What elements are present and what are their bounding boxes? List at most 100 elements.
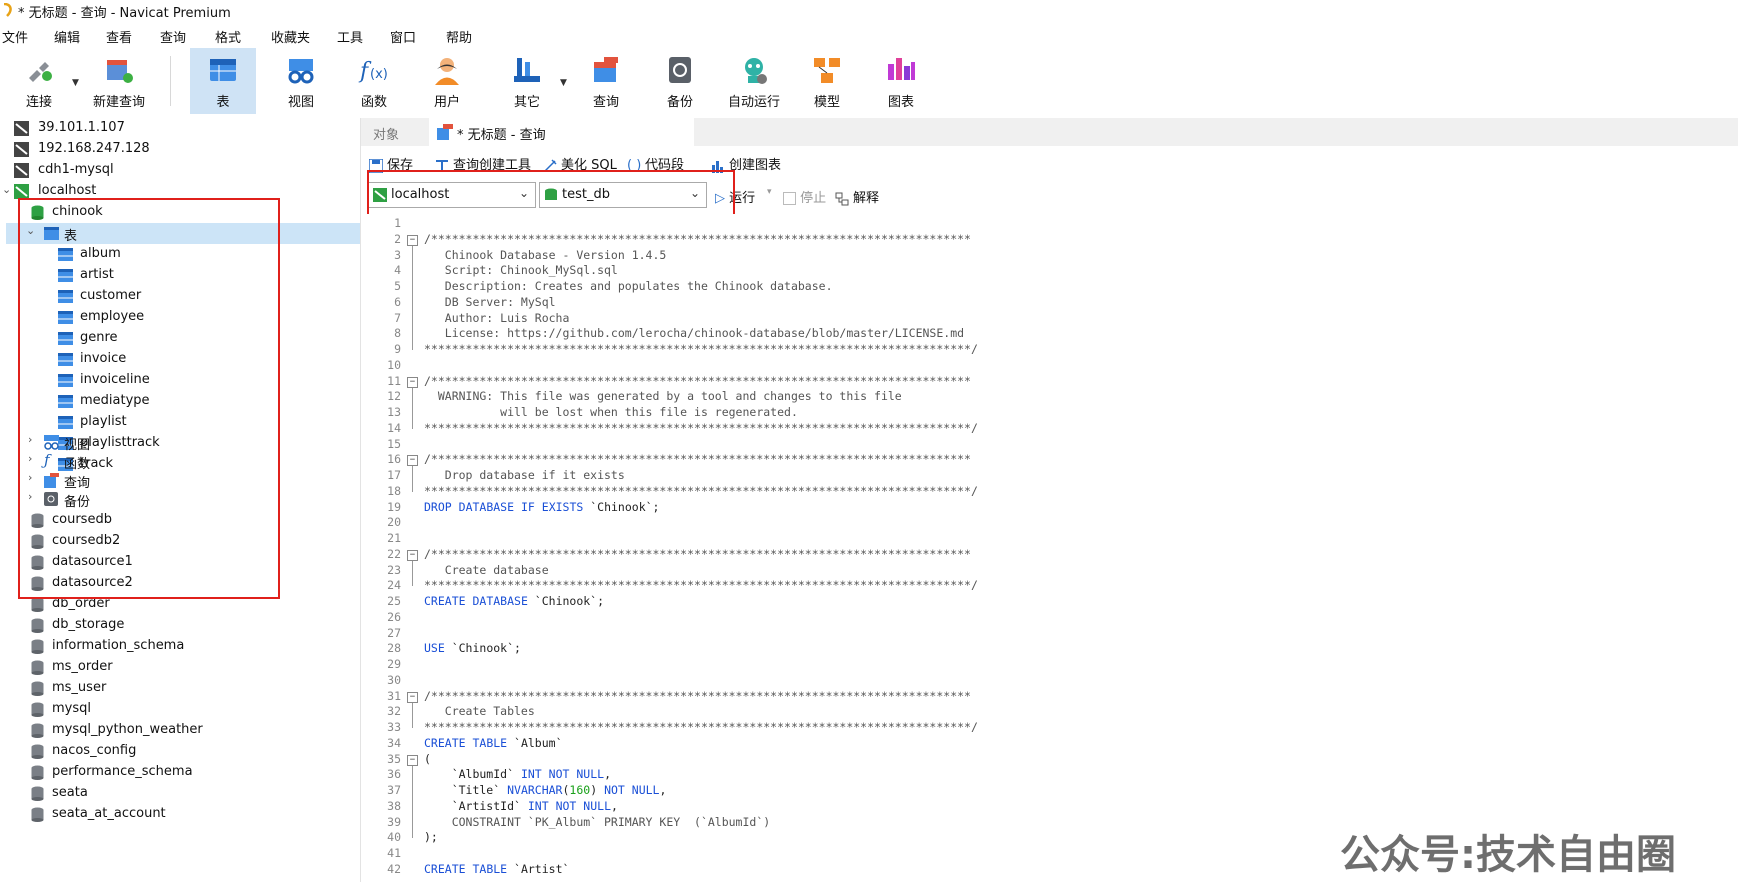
menu-window[interactable]: 窗口 xyxy=(390,27,416,46)
database-icon xyxy=(31,639,44,654)
code-line: Create Tables xyxy=(424,704,535,719)
line-number: 31 xyxy=(387,688,401,703)
line-number: 14 xyxy=(387,420,401,435)
connect-dropdown-caret[interactable]: ▼ xyxy=(72,78,79,88)
connect-button[interactable]: 连接 xyxy=(6,48,72,114)
function-button[interactable]: f (x) 函数 xyxy=(341,48,407,114)
menu-help[interactable]: 帮助 xyxy=(446,27,472,46)
watermark-text: 公众号:技术自由圈 xyxy=(1340,832,1676,878)
line-number: 19 xyxy=(387,499,401,514)
code-line: /***************************************… xyxy=(424,231,971,246)
main-toolbar: 连接 ▼ 新建查询 表 视图 f (x) 函数 用户 其它 ▼ 查询 备份 自动… xyxy=(0,48,1738,116)
line-number: 35 xyxy=(387,751,401,766)
connect-icon xyxy=(29,62,52,82)
backup-button[interactable]: 备份 xyxy=(647,48,713,114)
title-bar: * 无标题 - 查询 - Navicat Premium xyxy=(0,0,1738,22)
table-button[interactable]: 表 xyxy=(190,48,256,114)
fold-toggle-icon[interactable]: − xyxy=(407,455,418,467)
auto-run-button[interactable]: 自动运行 xyxy=(721,48,787,114)
tab-objects[interactable]: 对象 xyxy=(373,124,399,143)
fold-toggle-icon[interactable]: − xyxy=(407,754,418,766)
query-icon xyxy=(594,57,618,82)
fold-toggle-icon[interactable]: − xyxy=(407,376,418,388)
database-icon xyxy=(31,807,44,822)
mysql-connection-active-icon xyxy=(14,184,29,199)
line-number: 11 xyxy=(387,373,401,388)
menu-view[interactable]: 查看 xyxy=(106,27,132,46)
user-button[interactable]: 用户 xyxy=(414,48,480,114)
toolbar-divider xyxy=(170,56,171,106)
code-line: ****************************************… xyxy=(424,720,978,734)
navicat-logo-icon xyxy=(3,3,12,17)
line-number: 36 xyxy=(387,767,401,782)
menu-favorites[interactable]: 收藏夹 xyxy=(271,27,310,46)
new-query-icon xyxy=(107,60,133,83)
line-number: 25 xyxy=(387,594,401,608)
line-number: 30 xyxy=(387,672,401,687)
view-button[interactable]: 视图 xyxy=(268,48,334,114)
mysql-connection-icon xyxy=(14,142,29,157)
menu-format[interactable]: 格式 xyxy=(215,27,241,46)
database-icon xyxy=(31,744,44,759)
menu-tools[interactable]: 工具 xyxy=(337,27,363,46)
code-line: CONSTRAINT `PK_Album` PRIMARY KEY (`Albu… xyxy=(424,814,771,829)
stop-button[interactable]: 停止 xyxy=(783,187,826,206)
new-query-button[interactable]: 新建查询 xyxy=(86,48,152,114)
line-number: 34 xyxy=(387,735,401,750)
database-icon xyxy=(31,660,44,675)
database-icon xyxy=(31,702,44,717)
line-number: 5 xyxy=(394,279,401,293)
line-number: 15 xyxy=(387,436,401,451)
other-dropdown-caret[interactable]: ▼ xyxy=(560,78,567,88)
view-icon xyxy=(288,59,314,84)
mysql-connection-icon xyxy=(14,121,29,136)
line-number: 38 xyxy=(387,798,401,813)
other-button[interactable]: 其它 xyxy=(494,48,560,114)
line-number: 22 xyxy=(387,546,401,561)
code-line: License: https://github.com/lerocha/chin… xyxy=(424,326,965,341)
sql-editor[interactable]: 1 2 /*************************************… xyxy=(361,214,1738,882)
menu-query[interactable]: 查询 xyxy=(160,27,186,46)
code-line: Description: Creates and populates the C… xyxy=(424,279,833,293)
stop-icon xyxy=(783,192,796,205)
line-number: 27 xyxy=(387,625,401,640)
code-line: /***************************************… xyxy=(424,688,971,703)
query-icon xyxy=(437,124,453,140)
code-line: USE `Chinook`; xyxy=(424,641,521,656)
line-number: 23 xyxy=(387,562,401,577)
database-icon xyxy=(31,681,44,696)
code-line: WARNING: This file was generated by a to… xyxy=(424,389,902,404)
run-dropdown-caret[interactable]: ▾ xyxy=(767,187,772,197)
model-button[interactable]: 模型 xyxy=(794,48,860,114)
query-button[interactable]: 查询 xyxy=(573,48,639,114)
menu-edit[interactable]: 编辑 xyxy=(54,27,80,46)
line-number: 16 xyxy=(387,452,401,467)
menu-file[interactable]: 文件 xyxy=(2,27,28,46)
tab-bar: 对象 * 无标题 - 查询 xyxy=(361,118,1738,146)
line-number: 32 xyxy=(387,704,401,719)
explain-button[interactable]: 解释 xyxy=(835,187,879,206)
code-line: /***************************************… xyxy=(424,546,971,561)
code-line: CREATE TABLE `Album` xyxy=(424,735,563,750)
chart-button[interactable]: 图表 xyxy=(868,48,934,114)
backup-icon xyxy=(669,57,691,83)
code-line: ( xyxy=(424,751,431,766)
function-icon: f (x) xyxy=(358,59,388,84)
collapse-arrow-icon[interactable]: ⌄ xyxy=(2,183,11,196)
line-number: 33 xyxy=(387,720,401,734)
line-number: 9 xyxy=(394,342,401,356)
code-line: Author: Luis Rocha xyxy=(424,310,570,325)
window-title: * 无标题 - 查询 - Navicat Premium xyxy=(18,6,231,21)
code-line: CREATE TABLE `Artist` xyxy=(424,861,570,876)
fold-toggle-icon[interactable]: − xyxy=(407,549,418,561)
fold-toggle-icon[interactable]: − xyxy=(407,234,418,246)
code-line: Drop database if it exists xyxy=(424,468,625,482)
fold-guide xyxy=(412,702,413,728)
tab-query[interactable]: * 无标题 - 查询 xyxy=(429,118,694,146)
fold-toggle-icon[interactable]: − xyxy=(407,691,418,703)
database-icon xyxy=(31,765,44,780)
fold-guide xyxy=(412,560,413,587)
code-line: ****************************************… xyxy=(424,578,978,593)
code-line: Script: Chinook_MySql.sql xyxy=(424,263,618,278)
auto-run-icon xyxy=(745,58,767,84)
